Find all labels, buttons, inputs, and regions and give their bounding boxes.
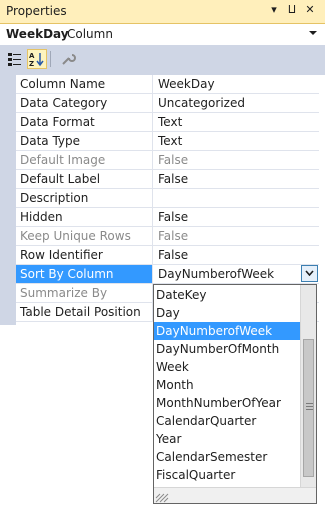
- property-name: Description: [16, 189, 153, 207]
- dropdown-option[interactable]: Month: [154, 376, 300, 394]
- categorized-button[interactable]: [5, 49, 25, 69]
- property-name: Data Format: [16, 113, 153, 131]
- property-row[interactable]: Column Name WeekDay: [16, 75, 319, 94]
- object-type: Column: [67, 27, 113, 41]
- property-row[interactable]: Description: [16, 189, 319, 208]
- categorized-icon: [8, 53, 21, 66]
- svg-text:A: A: [29, 52, 35, 60]
- property-name: Row Identifier: [16, 246, 153, 264]
- chevron-down-icon[interactable]: [309, 31, 317, 35]
- dropdown-option[interactable]: CalendarQuarter: [154, 412, 300, 430]
- object-selector[interactable]: WeekDay Column: [0, 24, 325, 46]
- property-value[interactable]: WeekDay: [154, 75, 319, 93]
- property-row[interactable]: Default Image False: [16, 151, 319, 170]
- property-pages-button[interactable]: [58, 49, 78, 69]
- property-value[interactable]: DayNumberofWeek: [154, 265, 319, 283]
- dropdown-scrollbar[interactable]: [300, 285, 316, 487]
- property-value: False: [158, 153, 189, 167]
- dropdown-resize-grip[interactable]: [154, 487, 316, 503]
- property-name: Sort By Column: [16, 265, 153, 283]
- panel-titlebar: Properties ▾ ⨿ ✕: [0, 0, 325, 24]
- property-name: Table Detail Position: [16, 303, 153, 321]
- property-row[interactable]: Sort By Column DayNumberofWeek: [16, 265, 319, 284]
- sort-alphabetical-icon: A Z: [29, 52, 44, 68]
- object-name: WeekDay: [6, 27, 69, 41]
- property-name: Column Name: [16, 75, 153, 93]
- wrench-icon: [62, 54, 76, 65]
- scrollbar-thumb[interactable]: [303, 339, 314, 477]
- property-value[interactable]: False: [154, 208, 319, 226]
- dropdown-option[interactable]: DayNumberOfMonth: [154, 340, 300, 358]
- dropdown-option[interactable]: FiscalQuarter: [154, 466, 300, 484]
- grip-icon: [306, 403, 313, 410]
- alphabetical-button[interactable]: A Z: [27, 49, 47, 69]
- dropdown-option[interactable]: Day: [154, 304, 300, 322]
- property-value[interactable]: False: [154, 170, 319, 188]
- sort-by-column-dropdown-button[interactable]: [301, 265, 318, 282]
- panel-title: Properties: [6, 4, 67, 18]
- dropdown-option[interactable]: MonthNumberOfYear: [154, 394, 300, 412]
- dropdown-option[interactable]: CalendarSemester: [154, 448, 300, 466]
- property-row[interactable]: Data Format Text: [16, 113, 319, 132]
- property-value: False: [158, 229, 189, 243]
- dropdown-option[interactable]: Week: [154, 358, 300, 376]
- property-value[interactable]: Text: [154, 113, 319, 131]
- property-name: Hidden: [16, 208, 153, 226]
- property-name: Data Category: [16, 94, 153, 112]
- panel-menu-icon[interactable]: ▾: [267, 3, 281, 16]
- property-name: Keep Unique Rows: [16, 227, 153, 245]
- property-name: Default Label: [16, 170, 153, 188]
- dropdown-option[interactable]: DateKey: [154, 286, 300, 304]
- property-value[interactable]: [154, 189, 319, 207]
- close-icon[interactable]: ✕: [303, 3, 317, 16]
- dropdown-option[interactable]: DayNumberofWeek: [154, 322, 300, 340]
- property-value[interactable]: False: [154, 246, 319, 264]
- property-name: Data Type: [16, 132, 153, 150]
- grid-gutter: [0, 75, 16, 325]
- property-value[interactable]: Uncategorized: [154, 94, 319, 112]
- svg-text:Z: Z: [29, 60, 34, 68]
- sort-by-column-dropdown: DateKey Day DayNumberofWeek DayNumberOfMont…: [153, 284, 317, 504]
- property-row[interactable]: Hidden False: [16, 208, 319, 227]
- property-row[interactable]: Keep Unique Rows False: [16, 227, 319, 246]
- property-name: Summarize By: [16, 284, 153, 302]
- resize-grip-icon: [155, 493, 169, 503]
- chevron-down-icon: [305, 270, 314, 276]
- pin-icon[interactable]: ⨿: [285, 3, 299, 17]
- property-row[interactable]: Data Type Text: [16, 132, 319, 151]
- property-value[interactable]: Text: [154, 132, 319, 150]
- property-row[interactable]: Default Label False: [16, 170, 319, 189]
- properties-toolbar: A Z: [0, 46, 325, 73]
- dropdown-option[interactable]: Year: [154, 430, 300, 448]
- toolbar-separator: [50, 51, 51, 67]
- property-row[interactable]: Row Identifier False: [16, 246, 319, 265]
- property-row[interactable]: Data Category Uncategorized: [16, 94, 319, 113]
- property-name: Default Image: [16, 151, 153, 169]
